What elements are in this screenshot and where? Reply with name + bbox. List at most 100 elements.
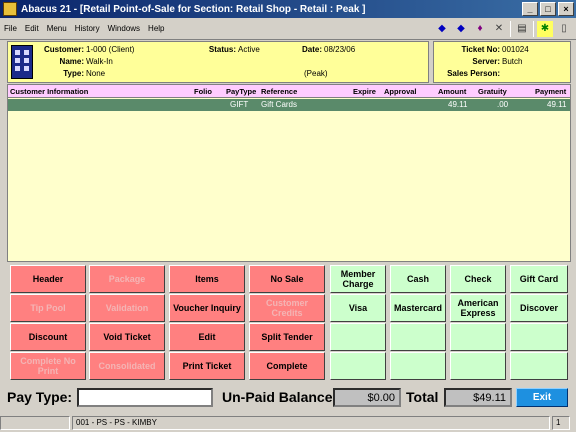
cell-reference: Gift Cards (261, 100, 298, 109)
empty-tender-button[interactable] (390, 323, 446, 351)
toolbar-separator (510, 20, 511, 37)
header-button[interactable]: Header (10, 265, 86, 293)
exit-button[interactable]: Exit (516, 388, 568, 407)
tip-pool-button[interactable]: Tip Pool (10, 294, 86, 322)
complete-button[interactable]: Complete (249, 352, 325, 380)
session-info: 001 - PS - PS - KIMBY (72, 416, 550, 430)
arrow-left-icon[interactable]: ◆ (434, 21, 450, 37)
column-amount[interactable]: Amount (438, 87, 466, 96)
discount-button[interactable]: Discount (10, 323, 86, 351)
member-charge-button[interactable]: Member Charge (330, 265, 386, 293)
menu-help[interactable]: Help (144, 24, 168, 33)
minimize-button[interactable]: _ (522, 2, 538, 16)
title-bar: Abacus 21 - [Retail Point-of-Sale for Se… (0, 0, 576, 18)
split-tender-button[interactable]: Split Tender (249, 323, 325, 351)
unpaid-balance-label: Un-Paid Balance (222, 389, 333, 405)
customer-label: Customer: (43, 45, 84, 54)
ticket-no-value: 001024 (502, 45, 529, 54)
validation-button[interactable]: Validation (89, 294, 165, 322)
type-label: Type: (63, 69, 84, 78)
american-express-button[interactable]: American Express (450, 294, 506, 322)
column-customer-information[interactable]: Customer Information (10, 87, 88, 96)
menu-edit[interactable]: Edit (21, 24, 43, 33)
check-button[interactable]: Check (450, 265, 506, 293)
menu-file[interactable]: File (0, 24, 21, 33)
column-expire[interactable]: Expire (353, 87, 376, 96)
table-row[interactable]: GIFT Gift Cards 49.11 .00 49.11 (8, 99, 570, 111)
unpaid-balance-value: $0.00 (333, 388, 401, 407)
ticket-icon (11, 45, 33, 79)
empty-tender-button[interactable] (390, 352, 446, 380)
column-gratuity[interactable]: Gratuity (478, 87, 507, 96)
cell-payment: 49.11 (547, 100, 567, 109)
no-sale-button[interactable]: No Sale (249, 265, 325, 293)
cell-paytype: GIFT (230, 100, 249, 109)
close-button[interactable]: × (558, 2, 574, 16)
column-folio[interactable]: Folio (194, 87, 212, 96)
pay-type-label: Pay Type: (7, 389, 73, 405)
menu-bar: File Edit Menu History Windows Help ◆ ◆ … (0, 18, 576, 40)
grid-header: Customer Information Folio PayType Refer… (8, 85, 570, 98)
edit-button[interactable]: Edit (169, 323, 245, 351)
voucher-inquiry-button[interactable]: Voucher Inquiry (169, 294, 245, 322)
package-button[interactable]: Package (89, 265, 165, 293)
ticket-info-panel: Ticket No: 001024 Server: Butch Sales Pe… (433, 41, 571, 83)
customer-credits-button[interactable]: Customer Credits (249, 294, 325, 322)
toolbar-separator (533, 20, 534, 37)
mastercard-button[interactable]: Mastercard (390, 294, 446, 322)
payment-footer: Pay Type: Un-Paid Balance $0.00 Total $4… (0, 385, 576, 411)
gift-card-button[interactable]: Gift Card (510, 265, 568, 293)
exit-door-icon[interactable]: ▯ (556, 21, 572, 37)
consolidated-button[interactable]: Consolidated (89, 352, 165, 380)
cell-amount: 49.11 (448, 100, 468, 109)
complete-no-print-button[interactable]: Complete No Print (10, 352, 86, 380)
empty-tender-button[interactable] (450, 323, 506, 351)
status-label: Status: (208, 45, 236, 54)
arrow-right-icon[interactable]: ◆ (453, 21, 469, 37)
status-pane-empty (0, 416, 70, 430)
name-label: Name: (59, 57, 84, 66)
empty-tender-button[interactable] (510, 323, 568, 351)
server-label: Server: (472, 57, 500, 66)
tool-icon[interactable]: ✕ (491, 21, 507, 37)
customer-value: 1-000 (Client) (86, 45, 135, 54)
items-button[interactable]: Items (169, 265, 245, 293)
column-payment[interactable]: Payment (535, 87, 566, 96)
total-value: $49.11 (444, 388, 512, 407)
column-reference[interactable]: Reference (261, 87, 297, 96)
customer-info-panel: Customer: 1-000 (Client) Name: Walk-In T… (7, 41, 429, 83)
void-ticket-button[interactable]: Void Ticket (89, 323, 165, 351)
type-value: None (86, 69, 106, 78)
book-icon[interactable]: ♦ (472, 21, 488, 37)
menu-menu[interactable]: Menu (43, 24, 71, 33)
column-paytype[interactable]: PayType (226, 87, 256, 96)
visa-button[interactable]: Visa (330, 294, 386, 322)
app-icon (3, 2, 17, 16)
maximize-button[interactable]: □ (540, 2, 556, 16)
period-value: (Peak) (304, 69, 328, 78)
empty-tender-button[interactable] (330, 352, 386, 380)
window-title: Abacus 21 - [Retail Point-of-Sale for Se… (21, 3, 366, 15)
empty-tender-button[interactable] (330, 323, 386, 351)
sales-person-label: Sales Person: (447, 69, 500, 78)
menu-windows[interactable]: Windows (104, 24, 144, 33)
date-label: Date: (301, 45, 322, 54)
cash-button[interactable]: Cash (390, 265, 446, 293)
page-indicator: 1 (552, 416, 570, 430)
empty-tender-button[interactable] (510, 352, 568, 380)
calculator-icon[interactable]: ▤ (514, 21, 530, 37)
cell-gratuity: .00 (497, 100, 509, 109)
payment-grid[interactable]: Customer Information Folio PayType Refer… (7, 84, 571, 262)
ticket-no-label: Ticket No: (461, 45, 500, 54)
discover-button[interactable]: Discover (510, 294, 568, 322)
pay-type-input[interactable] (77, 388, 213, 407)
run-icon[interactable]: ✱ (537, 20, 553, 37)
print-ticket-button[interactable]: Print Ticket (169, 352, 245, 380)
name-value: Walk-In (86, 57, 113, 66)
menu-history[interactable]: History (71, 24, 104, 33)
status-value: Active (238, 45, 260, 54)
column-approval[interactable]: Approval (384, 87, 417, 96)
empty-tender-button[interactable] (450, 352, 506, 380)
toolbar: ◆ ◆ ♦ ✕ ▤ ✱ ▯ (434, 20, 576, 37)
action-button-panel: Header Package Items No Sale Member Char… (7, 262, 571, 380)
